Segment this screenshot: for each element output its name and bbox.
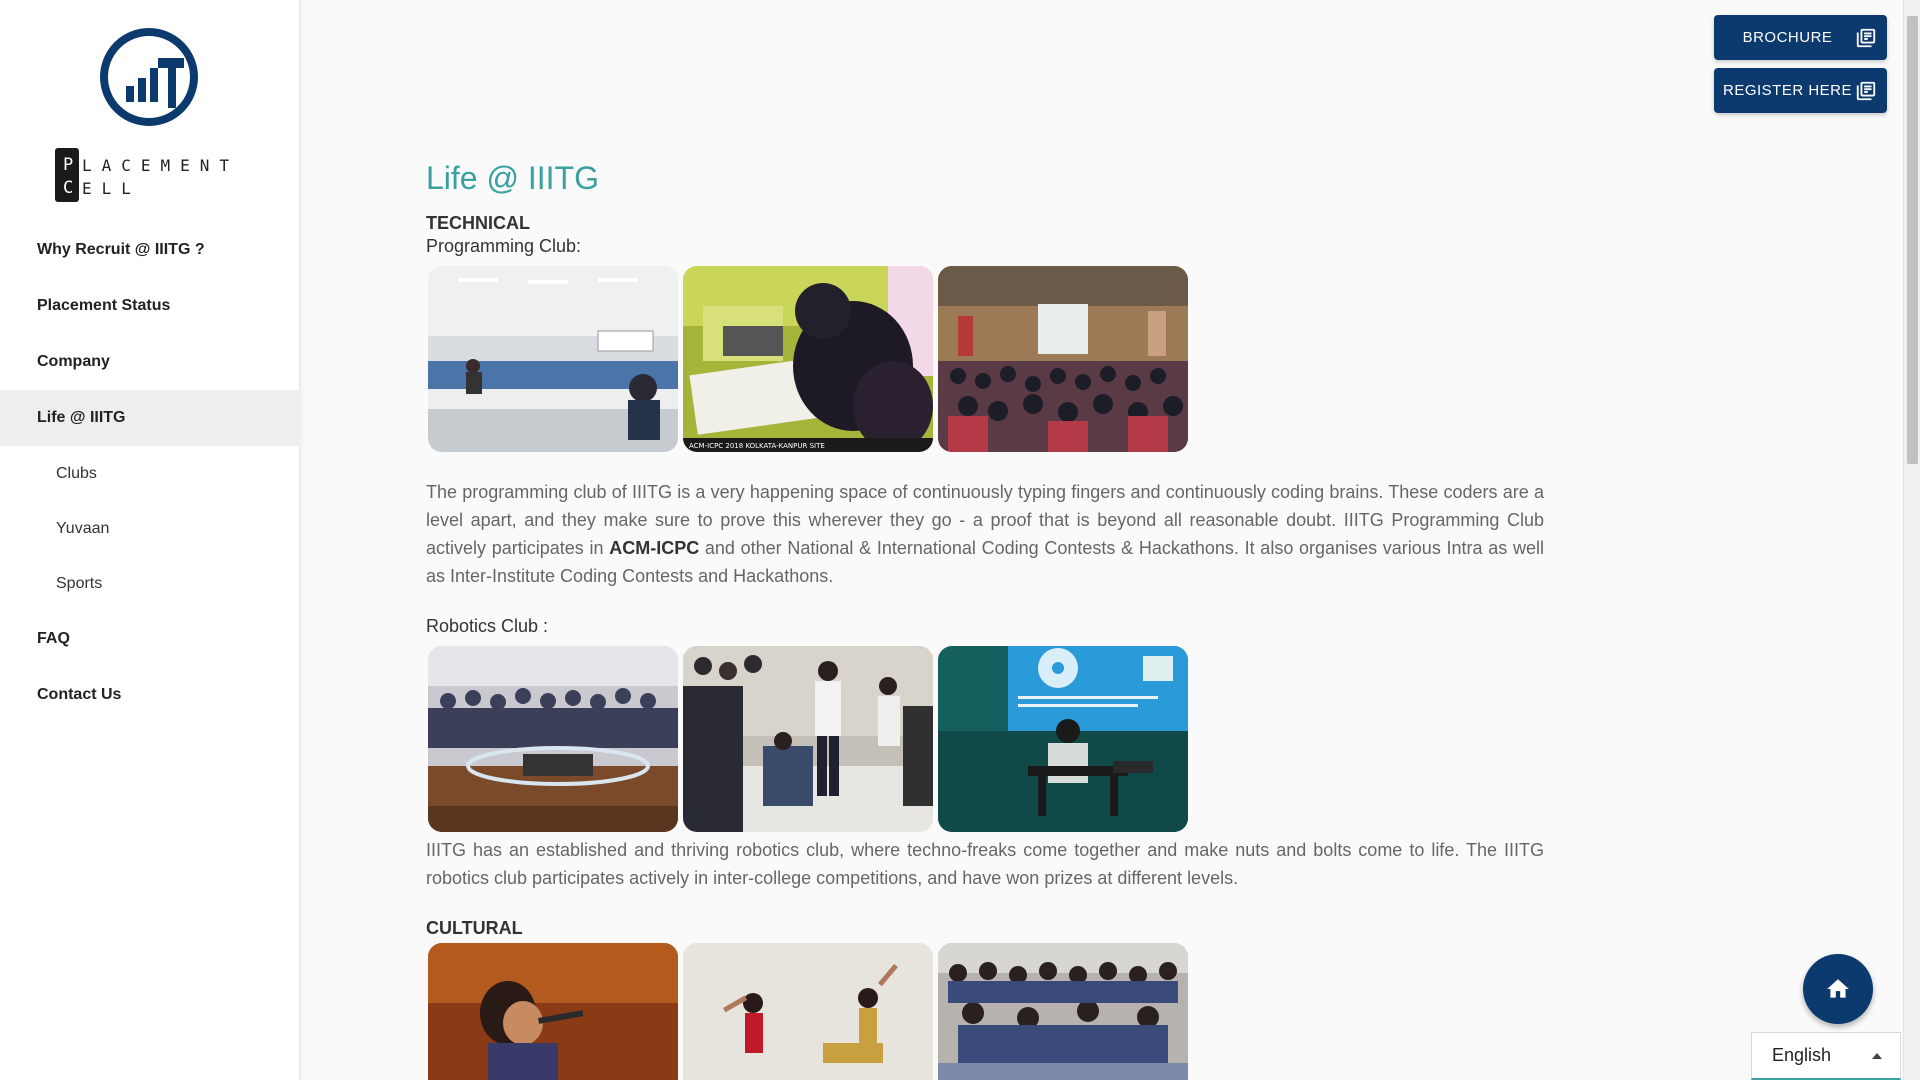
- placement-cell-logo[interactable]: [98, 28, 200, 126]
- main-content: Life @ IIITG TECHNICAL Programming Club:: [426, 160, 1546, 1080]
- robotics-club-description: IIITG has an established and thriving ro…: [426, 840, 1544, 888]
- programming-club-gallery: ACM-ICPC 2018 KOLKATA-KANPUR SITE: [428, 266, 1546, 452]
- home-icon: [1827, 979, 1849, 998]
- programming-club-description: The programming club of IIITG is a very …: [426, 478, 1544, 590]
- wordmark-row2-rest: ELL: [82, 179, 141, 198]
- register-here-button[interactable]: REGISTER HERE: [1714, 68, 1887, 113]
- language-select-value: English: [1772, 1045, 1832, 1065]
- sidebar-nav: Why Recruit @ IIITG ? Placement Status C…: [0, 222, 300, 723]
- sidebar-subitem-yuvaan[interactable]: Yuvaan: [0, 501, 300, 556]
- brochure-button-label: BROCHURE: [1742, 29, 1833, 46]
- placement-cell-wordmark: P C LACEMENT ELL: [55, 148, 255, 202]
- caret-up-icon: [1872, 1052, 1882, 1059]
- sidebar-item-life-at-iiitg[interactable]: Life @ IIITG: [0, 390, 300, 446]
- sidebar-item-contact-us[interactable]: Contact Us: [0, 667, 300, 723]
- programming-club-label: Programming Club:: [426, 236, 582, 256]
- register-button-label: REGISTER HERE: [1722, 82, 1853, 99]
- robotics-club-photo-drone[interactable]: [428, 646, 678, 832]
- robotics-club-gallery: [428, 646, 1546, 832]
- sidebar-subitem-clubs[interactable]: Clubs: [0, 446, 300, 501]
- page-scrollbar[interactable]: [1903, 0, 1920, 1080]
- sidebar-item-why-recruit[interactable]: Why Recruit @ IIITG ?: [0, 222, 300, 278]
- robotics-club-photo-presentation[interactable]: [938, 646, 1188, 832]
- wordmark-row1-rest: LACEMENT: [82, 156, 240, 175]
- sidebar-item-placement-status[interactable]: Placement Status: [0, 278, 300, 334]
- page-title: Life @ IIITG: [426, 160, 599, 196]
- cultural-photo-singer[interactable]: [428, 943, 678, 1080]
- home-button[interactable]: [1803, 954, 1873, 1024]
- programming-club-photo-icpc[interactable]: ACM-ICPC 2018 KOLKATA-KANPUR SITE: [683, 266, 933, 452]
- robotics-club-label: Robotics Club :: [426, 616, 549, 636]
- icpc-photo-caption: ACM-ICPC 2018 KOLKATA-KANPUR SITE: [689, 442, 825, 450]
- acm-icpc-highlight: ACM-ICPC: [609, 538, 700, 558]
- wordmark-letter-c: C: [63, 178, 74, 198]
- sidebar-item-faq[interactable]: FAQ: [0, 611, 300, 667]
- section-heading-technical: TECHNICAL: [426, 213, 530, 233]
- library-books-icon: [1856, 81, 1876, 100]
- sidebar-subitem-sports[interactable]: Sports: [0, 556, 300, 611]
- library-books-icon: [1856, 28, 1876, 47]
- sidebar-item-company[interactable]: Company: [0, 334, 300, 390]
- brochure-button[interactable]: BROCHURE: [1714, 15, 1887, 60]
- wordmark-letter-p: P: [63, 155, 74, 175]
- cultural-photo-group[interactable]: [938, 943, 1188, 1080]
- programming-club-photo-lab[interactable]: [428, 266, 678, 452]
- section-heading-cultural: CULTURAL: [426, 918, 523, 938]
- cultural-gallery: [428, 943, 1546, 1080]
- programming-club-photo-auditorium[interactable]: [938, 266, 1188, 452]
- language-select[interactable]: English: [1751, 1032, 1901, 1080]
- robotics-club-photo-demo[interactable]: [683, 646, 933, 832]
- cultural-photo-dancers[interactable]: [683, 943, 933, 1080]
- scrollbar-thumb[interactable]: [1907, 16, 1918, 464]
- sidebar: P C LACEMENT ELL Why Recruit @ IIITG ? P…: [0, 0, 300, 1080]
